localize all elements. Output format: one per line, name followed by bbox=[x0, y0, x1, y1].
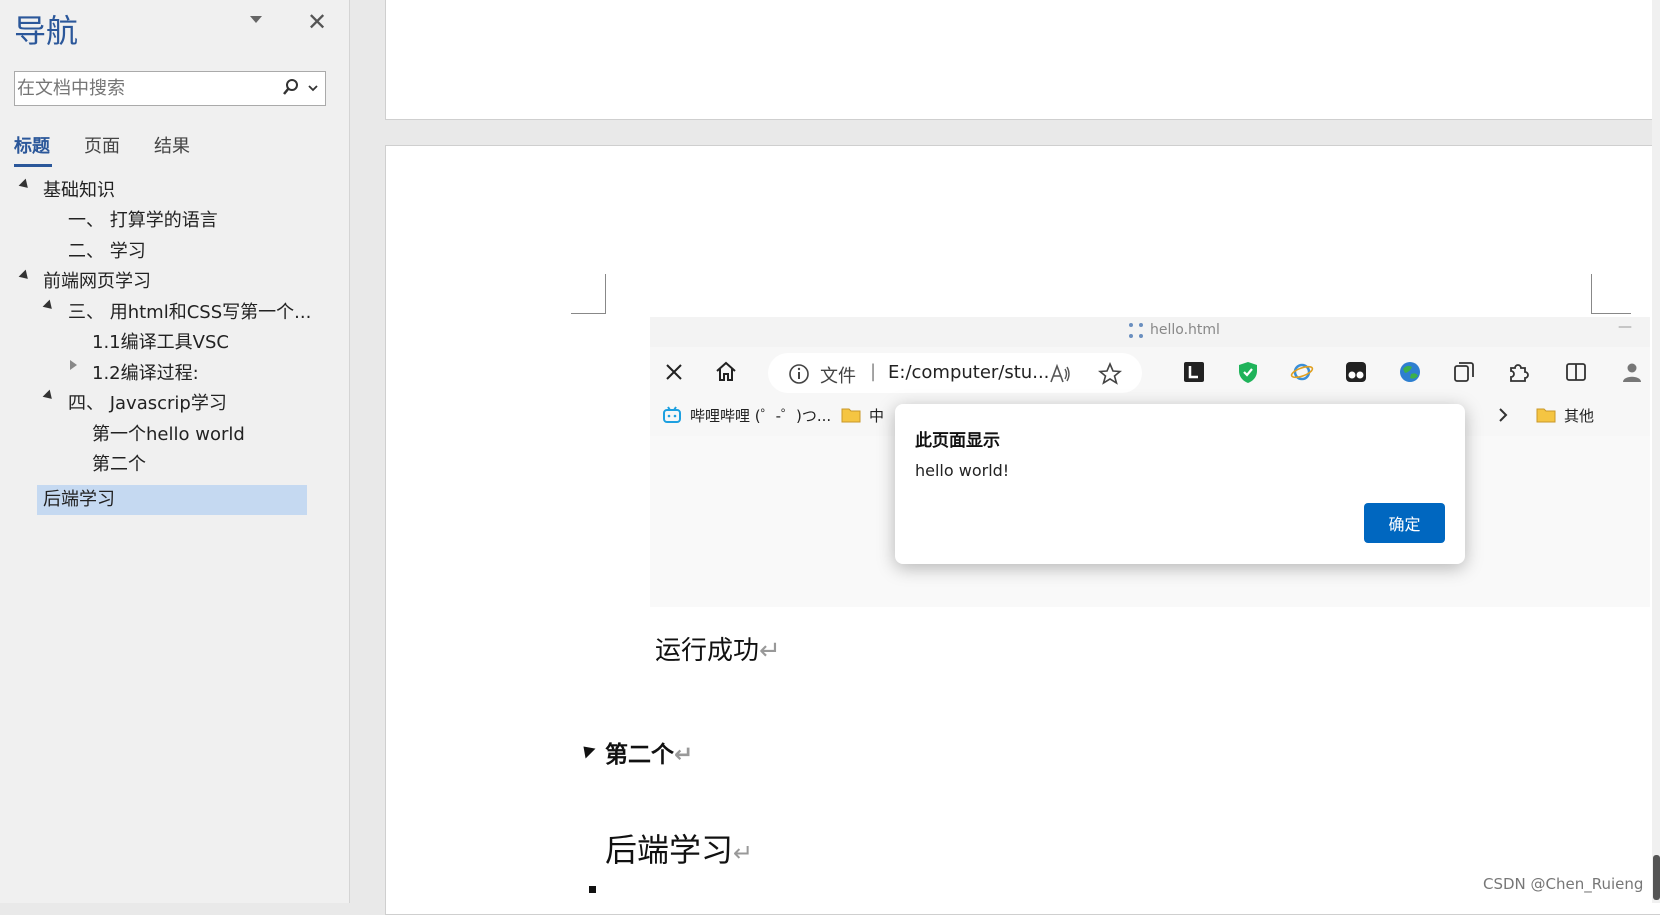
document-page bbox=[385, 0, 1660, 120]
vertical-scrollbar[interactable] bbox=[1652, 0, 1660, 903]
paragraph-mark: ↵ bbox=[759, 636, 781, 666]
heading-second[interactable]: 第二个↵ bbox=[605, 735, 693, 769]
heading-text: 第二个 bbox=[605, 742, 674, 768]
alert-message: hello world! bbox=[915, 461, 1010, 480]
nav-title: 导航 bbox=[14, 12, 79, 50]
ok-button[interactable]: 确定 bbox=[1364, 503, 1445, 543]
chevron-down-icon[interactable] bbox=[307, 83, 319, 93]
shield-icon[interactable] bbox=[1236, 360, 1260, 384]
nav-options-dropdown-icon[interactable] bbox=[250, 16, 262, 23]
active-tab-indicator bbox=[14, 164, 52, 167]
favorite-folder[interactable]: 中 bbox=[869, 405, 884, 426]
folder-icon bbox=[841, 408, 861, 423]
address-scheme: 文件 bbox=[820, 366, 856, 387]
tab-results[interactable]: 结果 bbox=[154, 132, 190, 158]
read-aloud-icon[interactable] bbox=[1048, 362, 1072, 386]
scrollbar-thumb[interactable] bbox=[1653, 855, 1660, 900]
address-url[interactable]: E:/computer/stu... bbox=[888, 362, 1049, 383]
heading-backend[interactable]: 后端学习↵ bbox=[605, 825, 753, 871]
tree-item-compile[interactable]: 1.2编译过程: bbox=[92, 359, 199, 389]
heading-text: 后端学习 bbox=[605, 831, 734, 869]
tree-item-languages[interactable]: 一、 打算学的语言 bbox=[68, 206, 218, 236]
alert-title: 此页面显示 bbox=[915, 431, 1000, 451]
tree-item-html-css[interactable]: 三、 用html和CSS写第一个... bbox=[68, 298, 311, 328]
watermark: CSDN @Chen_Ruieng bbox=[1483, 875, 1644, 893]
favorite-other-folder[interactable]: 其他 bbox=[1564, 405, 1594, 426]
navigation-pane: 导航 ✕ 标题 页面 结果 基础知识 一、 打算学的语言 二、 学习 前端网页学… bbox=[0, 0, 350, 903]
paragraph-mark: ↵ bbox=[733, 839, 754, 867]
tree-item-basics[interactable]: 基础知识 bbox=[43, 176, 115, 206]
info-icon[interactable] bbox=[788, 363, 810, 385]
expand-arrow-icon[interactable] bbox=[42, 299, 56, 313]
home-icon[interactable] bbox=[714, 360, 738, 384]
list-bullet bbox=[589, 886, 596, 893]
paragraph-mark: ↵ bbox=[674, 742, 694, 768]
crop-mark bbox=[571, 274, 606, 314]
nav-close-icon[interactable]: ✕ bbox=[307, 8, 327, 36]
address-separator: | bbox=[870, 361, 877, 382]
close-icon[interactable] bbox=[662, 360, 686, 384]
tree-item-hello-world[interactable]: 第一个hello world bbox=[92, 420, 245, 450]
tree-item-backend[interactable]: 后端学习 bbox=[43, 485, 115, 515]
tree-item-javascript[interactable]: 四、 Javascrip学习 bbox=[68, 389, 227, 419]
tree-item-frontend[interactable]: 前端网页学习 bbox=[43, 267, 151, 297]
expand-arrow-icon[interactable] bbox=[42, 389, 56, 403]
loading-icon bbox=[1129, 323, 1143, 338]
nav-search-box[interactable] bbox=[14, 71, 326, 106]
browser-titlebar: hello.html — bbox=[650, 317, 1650, 347]
tree-item-second[interactable]: 第二个 bbox=[92, 450, 146, 480]
expand-arrow-icon[interactable] bbox=[18, 178, 32, 192]
nav-search-input[interactable] bbox=[17, 75, 277, 102]
globe-extension-icon[interactable] bbox=[1398, 360, 1422, 384]
tree-item-vsc[interactable]: 1.1编译工具VSC bbox=[92, 328, 229, 358]
alert-dialog: 此页面显示 hello world! 确定 bbox=[895, 404, 1465, 564]
favorite-bilibili[interactable]: 哔哩哔哩 (゜-゜)つ... bbox=[690, 405, 831, 426]
favorite-star-icon[interactable] bbox=[1098, 362, 1122, 386]
profile-icon[interactable] bbox=[1620, 360, 1644, 384]
paragraph-text: 运行成功 bbox=[655, 636, 760, 666]
crop-mark bbox=[1591, 274, 1631, 314]
address-bar[interactable]: 文件 | E:/computer/stu... bbox=[768, 353, 1142, 393]
split-screen-icon[interactable] bbox=[1564, 360, 1588, 384]
extensions-puzzle-icon[interactable] bbox=[1506, 360, 1530, 384]
tampermonkey-icon[interactable] bbox=[1344, 360, 1368, 384]
minimize-button[interactable]: — bbox=[1618, 319, 1632, 335]
expand-arrow-icon[interactable] bbox=[18, 269, 32, 283]
extension-l-icon[interactable] bbox=[1182, 360, 1206, 384]
chevron-right-icon[interactable] bbox=[1496, 406, 1510, 424]
paragraph-run-success[interactable]: 运行成功↵ bbox=[655, 630, 781, 667]
search-icon[interactable] bbox=[281, 77, 301, 99]
collapsed-arrow-icon[interactable] bbox=[70, 360, 77, 370]
tab-headings[interactable]: 标题 bbox=[14, 132, 50, 158]
ie-mode-icon[interactable] bbox=[1290, 360, 1314, 384]
tab-pages[interactable]: 页面 bbox=[84, 132, 120, 158]
browser-tab-title[interactable]: hello.html bbox=[1150, 322, 1220, 338]
folder-icon bbox=[1536, 408, 1556, 423]
tree-item-study[interactable]: 二、 学习 bbox=[68, 237, 146, 267]
bilibili-icon bbox=[663, 406, 681, 423]
browser-toolbar: 文件 | E:/computer/stu... bbox=[650, 347, 1650, 397]
collections-icon[interactable] bbox=[1452, 360, 1476, 384]
